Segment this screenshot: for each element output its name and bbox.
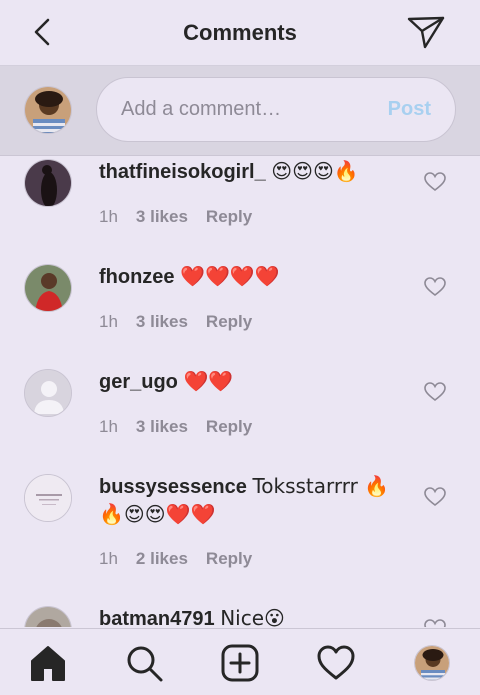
post-button[interactable]: Post <box>388 98 431 121</box>
comment-body: ❤️❤️ <box>183 369 234 393</box>
activity-heart-icon[interactable] <box>316 643 356 683</box>
like-heart-icon[interactable] <box>424 277 446 297</box>
comment-time: 1h <box>99 417 118 436</box>
comment-text: ger_ugo ❤️❤️ <box>99 368 399 396</box>
direct-message-send-icon[interactable] <box>406 14 446 50</box>
comment-input[interactable] <box>121 78 371 141</box>
reply-button[interactable]: Reply <box>206 417 252 437</box>
commenter-avatar[interactable] <box>24 474 72 522</box>
comment-body: 😍😍😍🔥 <box>271 159 359 183</box>
like-heart-icon[interactable] <box>424 619 446 627</box>
home-icon[interactable] <box>28 643 68 683</box>
comment-text: thatfineisokogirl_ 😍😍😍🔥 <box>99 158 399 186</box>
comment-username[interactable]: thatfineisokogirl_ <box>99 161 266 183</box>
comment-username[interactable]: batman4791 <box>99 608 215 627</box>
profile-avatar[interactable] <box>414 645 450 681</box>
reply-button[interactable]: Reply <box>206 549 252 569</box>
comment-likes[interactable]: 3 likes <box>136 207 188 227</box>
my-avatar[interactable] <box>24 86 72 134</box>
comment-text: bussysessence Toksstarrrr 🔥🔥😍😍❤️❤️ <box>99 473 399 529</box>
commenter-avatar[interactable] <box>24 264 72 312</box>
comment-meta: 1h 3 likes Reply <box>99 417 252 437</box>
comment-username[interactable]: bussysessence <box>99 476 247 498</box>
comment-body: ❤️❤️❤️❤️ <box>180 264 280 288</box>
comment-body: Nice😮 <box>220 606 285 627</box>
like-heart-icon[interactable] <box>424 382 446 402</box>
comment-text: fhonzee ❤️❤️❤️❤️ <box>99 263 399 291</box>
bottom-navigation <box>0 628 480 695</box>
comment-username[interactable]: fhonzee <box>99 266 175 288</box>
like-heart-icon[interactable] <box>424 172 446 192</box>
comment-meta: 1h 3 likes Reply <box>99 312 252 332</box>
commenter-avatar[interactable] <box>24 606 72 627</box>
comment-likes[interactable]: 3 likes <box>136 417 188 437</box>
page-title: Comments <box>183 19 297 45</box>
comment-likes[interactable]: 3 likes <box>136 312 188 332</box>
comment-meta: 1h 2 likes Reply <box>99 549 252 569</box>
search-icon[interactable] <box>124 643 164 683</box>
reply-button[interactable]: Reply <box>206 312 252 332</box>
comments-list[interactable]: thatfineisokogirl_ 😍😍😍🔥 1h 3 likes Reply… <box>0 157 480 627</box>
comment-composer: Post <box>0 66 480 156</box>
comment-time: 1h <box>99 549 118 568</box>
back-arrow-icon[interactable] <box>28 16 58 48</box>
comment-text: batman4791 Nice😮 <box>99 605 399 627</box>
add-post-icon[interactable] <box>220 643 260 683</box>
comment-meta: 1h 3 likes Reply <box>99 207 252 227</box>
reply-button[interactable]: Reply <box>206 207 252 227</box>
commenter-avatar[interactable] <box>24 159 72 207</box>
like-heart-icon[interactable] <box>424 487 446 507</box>
comment-likes[interactable]: 2 likes <box>136 549 188 569</box>
commenter-avatar[interactable] <box>24 369 72 417</box>
comment-input-box: Post <box>96 77 456 142</box>
comment-time: 1h <box>99 207 118 226</box>
comment-time: 1h <box>99 312 118 331</box>
comment-username[interactable]: ger_ugo <box>99 371 178 393</box>
top-bar: Comments <box>0 0 480 66</box>
